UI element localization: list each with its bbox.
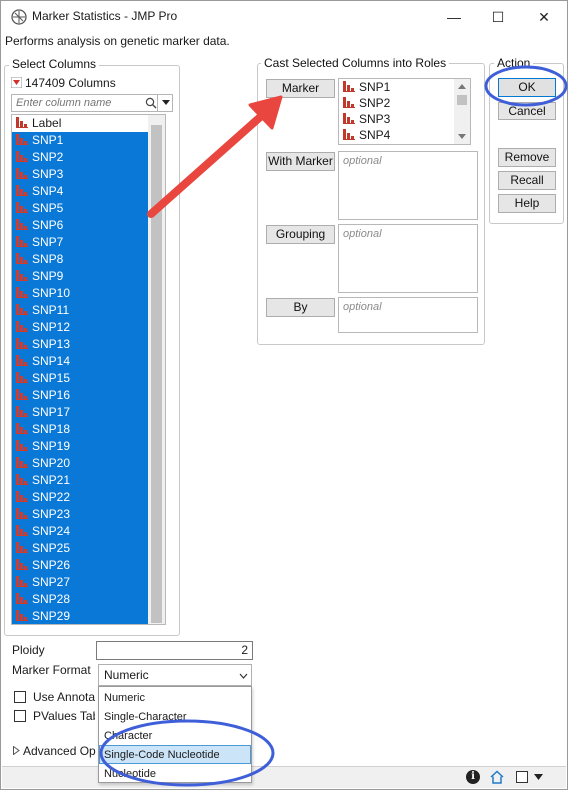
annotation-arrow: [147, 95, 283, 218]
annotation-overlay: [99, 65, 568, 787]
dialog-window: Marker Statistics - JMP Pro — ☐ ✕ Perfor…: [0, 0, 568, 790]
nucleotide-option-highlight-circle: [99, 719, 275, 787]
ok-button-highlight-circle: [484, 65, 568, 107]
